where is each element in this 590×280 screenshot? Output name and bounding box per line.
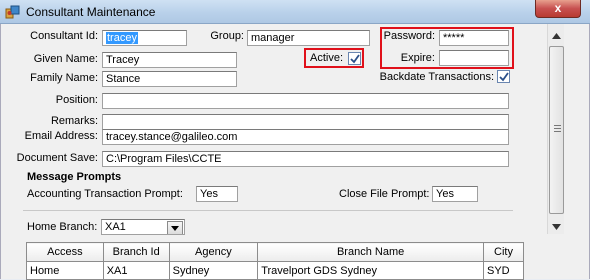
position-label: Position: <box>55 94 98 106</box>
email-input[interactable]: tracey.stance@galileo.com <box>102 129 509 145</box>
dropdown-button[interactable] <box>167 221 183 234</box>
family-name-input[interactable]: Stance <box>102 71 237 87</box>
message-prompts-title: Message Prompts <box>27 171 122 183</box>
column-header-branch-id[interactable]: Branch Id <box>102 242 170 262</box>
document-save-label: Document Save: <box>16 152 98 164</box>
column-header-branch-name[interactable]: Branch Name <box>257 242 484 262</box>
accounting-prompt-label: Accounting Transaction Prompt: <box>27 188 183 200</box>
grip-line <box>554 128 561 129</box>
cell-agency: Sydney <box>168 261 259 280</box>
consultant-id-value: tracey <box>106 32 138 44</box>
form-panel: Consultant Id: tracey Group: manager Pas… <box>0 24 590 280</box>
table-row[interactable]: Home XA1 Sydney Travelport GDS Sydney SY… <box>26 261 524 280</box>
group-input[interactable]: manager <box>247 30 370 46</box>
family-name-value: Stance <box>106 73 141 85</box>
accounting-prompt-value: Yes <box>200 188 218 200</box>
scrollbar-thumb[interactable] <box>549 46 564 214</box>
given-name-value: Tracey <box>106 54 140 66</box>
close-file-prompt-value: Yes <box>436 188 454 200</box>
column-header-city[interactable]: City <box>483 242 524 262</box>
cell-access: Home <box>26 261 104 280</box>
app-icon <box>5 5 20 19</box>
given-name-input[interactable]: Tracey <box>102 52 237 68</box>
group-divider <box>23 210 513 211</box>
column-header-access[interactable]: Access <box>26 242 104 262</box>
close-button[interactable]: x <box>535 0 581 18</box>
backdate-checkbox[interactable] <box>497 70 510 83</box>
grip-line <box>554 125 561 126</box>
close-icon: x <box>554 1 562 15</box>
vertical-scrollbar[interactable] <box>547 24 564 234</box>
backdate-label: Backdate Transactions: <box>379 71 494 83</box>
title-bar[interactable]: Consultant Maintenance x <box>0 0 590 24</box>
group-value: manager <box>251 32 295 44</box>
window-title: Consultant Maintenance <box>26 5 156 19</box>
scroll-down-icon[interactable] <box>552 224 561 230</box>
cell-branch-name: Travelport GDS Sydney <box>257 261 484 280</box>
grip-line <box>554 131 561 132</box>
password-expire-highlight <box>380 27 514 69</box>
close-file-prompt-input[interactable]: Yes <box>432 186 478 202</box>
consultant-maintenance-window: Consultant Maintenance x Consultant Id: … <box>0 0 590 280</box>
active-highlight <box>304 48 364 68</box>
email-label: Email Address: <box>24 130 98 142</box>
home-branch-label: Home Branch: <box>27 221 98 233</box>
table-header-row: Access Branch Id Agency Branch Name City <box>26 242 524 262</box>
close-file-prompt-label: Close File Prompt: <box>339 188 430 200</box>
remarks-label: Remarks: <box>50 115 98 127</box>
checkmark-icon <box>499 72 509 82</box>
branch-table: Access Branch Id Agency Branch Name City… <box>26 242 524 280</box>
document-save-value: C:\Program Files\CCTE <box>106 153 222 165</box>
given-name-label: Given Name: <box>33 53 98 65</box>
consultant-id-input[interactable]: tracey <box>102 30 187 46</box>
remarks-input[interactable] <box>102 114 509 130</box>
cell-city: SYD <box>483 261 524 280</box>
family-name-label: Family Name: <box>30 72 98 84</box>
cell-branch-id: XA1 <box>102 261 170 280</box>
scroll-up-icon[interactable] <box>552 33 561 39</box>
email-value: tracey.stance@galileo.com <box>106 131 238 143</box>
home-branch-select[interactable]: XA1 <box>101 219 185 235</box>
document-save-input[interactable]: C:\Program Files\CCTE <box>102 151 509 167</box>
position-input[interactable] <box>102 93 509 109</box>
consultant-id-label: Consultant Id: <box>30 30 98 42</box>
home-branch-value: XA1 <box>105 221 126 233</box>
chevron-down-icon <box>171 226 179 231</box>
group-label: Group: <box>210 30 244 42</box>
column-header-agency[interactable]: Agency <box>168 242 259 262</box>
accounting-prompt-input[interactable]: Yes <box>196 186 238 202</box>
